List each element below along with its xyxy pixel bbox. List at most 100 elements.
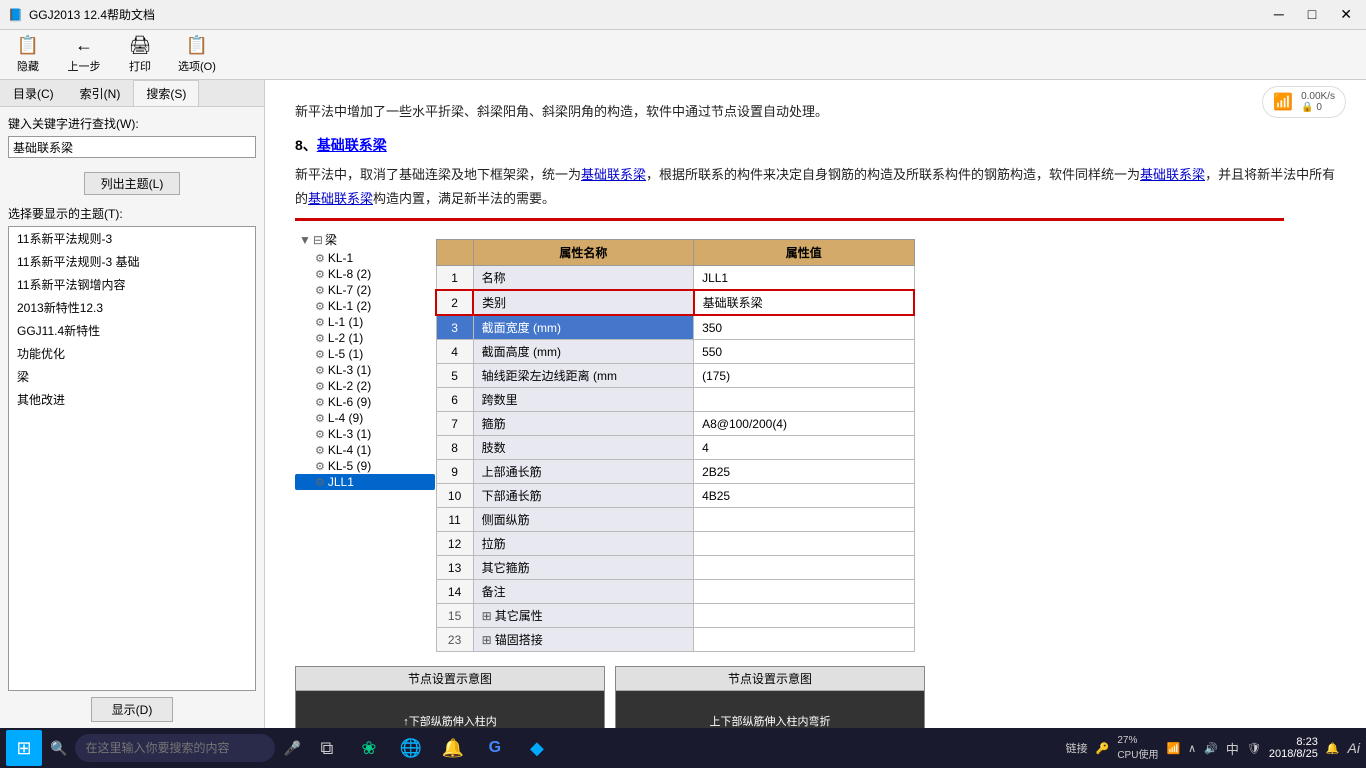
tab-index[interactable]: 索引(N) [67, 80, 134, 106]
window-controls[interactable]: ─ □ ✕ [1268, 4, 1358, 25]
antivirus-icon: 🛡 [1247, 742, 1261, 755]
back-button[interactable]: ← 上一步 [66, 35, 102, 74]
tree-item[interactable]: ⚙L-4 (9) [295, 410, 435, 426]
tree-item[interactable]: ⚙L-5 (1) [295, 346, 435, 362]
minimize-btn[interactable]: ─ [1268, 4, 1290, 25]
row-number: 2 [436, 290, 473, 315]
taskbar-app-g[interactable]: G [477, 730, 513, 766]
prop-value-cell[interactable] [694, 508, 914, 532]
tree-item[interactable]: ⚙KL-3 (1) [295, 426, 435, 442]
prop-value-cell[interactable]: 550 [694, 340, 914, 364]
prop-name-cell: 轴线距梁左边线距离 (mm [473, 364, 693, 388]
tab-search[interactable]: 搜索(S) [133, 80, 199, 106]
close-btn[interactable]: ✕ [1334, 4, 1358, 25]
bottom-panel: 节点设置示意图↑下部纵筋伸入柱内 [295, 666, 605, 728]
print-icon: 🖨 [129, 35, 152, 56]
topic-item[interactable]: 梁 [9, 365, 255, 388]
topic-list[interactable]: 11系新平法规则-311系新平法规则-3 基础11系新平法钢增内容2013新特性… [8, 226, 256, 691]
taskbar-app-diamond[interactable]: ◆ [519, 730, 555, 766]
tree-item[interactable]: ⚙KL-7 (2) [295, 282, 435, 298]
prop-value-cell[interactable]: (175) [694, 364, 914, 388]
link1[interactable]: 基础联系梁 [581, 167, 646, 182]
tree-item[interactable]: ⚙KL-1 (2) [295, 298, 435, 314]
taskbar-app-ie[interactable]: 🌐 [393, 730, 429, 766]
row-number: 5 [436, 364, 473, 388]
prop-value-cell[interactable] [694, 388, 914, 412]
link3[interactable]: 基础联系梁 [308, 191, 373, 206]
tree-item-label: KL-6 (9) [328, 395, 371, 409]
notification-icon[interactable]: 🔔 [1326, 742, 1340, 755]
clock-date: 2018/8/25 [1269, 748, 1318, 760]
tree-item[interactable]: ⚙L-2 (1) [295, 330, 435, 346]
right-content[interactable]: 📶 0.00K/s 🔒 0 新平法中增加了一些水平折梁、斜梁阳角、斜梁阴角的构造… [265, 80, 1366, 728]
prop-value-cell[interactable] [694, 628, 914, 652]
hide-button[interactable]: 📋 隐藏 [10, 35, 46, 74]
prop-name-cell: 类别 [473, 290, 693, 315]
row-number: 1 [436, 266, 473, 291]
topic-item[interactable]: 2013新特性12.3 [9, 296, 255, 319]
list-topic-button[interactable]: 列出主题(L) [84, 172, 181, 195]
prop-value-cell[interactable] [694, 556, 914, 580]
topic-item[interactable]: GGJ11.4新特性 [9, 319, 255, 342]
topic-item[interactable]: 11系新平法规则-3 [9, 227, 255, 250]
tabs-row: 目录(C) 索引(N) 搜索(S) [0, 80, 264, 107]
chevron-icon[interactable]: ∧ [1188, 742, 1196, 755]
prop-value-cell[interactable]: 350 [694, 315, 914, 340]
options-button[interactable]: 📋 选项(O) [178, 35, 216, 74]
taskbar-search-icon[interactable]: 🔍 [46, 740, 71, 757]
prop-name-cell: 下部通长筋 [473, 484, 693, 508]
taskbar-search-input[interactable] [75, 734, 275, 762]
prop-value-cell[interactable] [694, 580, 914, 604]
prop-value-cell[interactable]: 2B25 [694, 460, 914, 484]
taskbar-apps: ⧉ ❀ 🌐 🔔 G ◆ [309, 730, 1062, 766]
lang-icon[interactable]: 中 [1226, 739, 1239, 758]
prop-value-cell[interactable]: 4B25 [694, 484, 914, 508]
mic-icon[interactable]: 🎤 [279, 740, 304, 757]
intro-text: 新平法中增加了一些水平折梁、斜梁阳角、斜梁阴角的构造，软件中通过节点设置自动处理… [295, 100, 1336, 123]
prop-name-cell[interactable]: 其它箍筋 [473, 556, 693, 580]
prop-value-cell[interactable]: 4 [694, 436, 914, 460]
prop-value-cell[interactable] [694, 532, 914, 556]
prop-name-cell[interactable]: 拉筋 [473, 532, 693, 556]
topic-item[interactable]: 其他改进 [9, 388, 255, 411]
tab-catalog[interactable]: 目录(C) [0, 80, 67, 106]
topic-item[interactable]: 11系新平法规则-3 基础 [9, 250, 255, 273]
prop-value-cell[interactable]: JLL1 [694, 266, 914, 291]
print-button[interactable]: 🖨 打印 [122, 35, 158, 74]
tree-item[interactable]: ⚙KL-6 (9) [295, 394, 435, 410]
prop-value-cell[interactable] [694, 604, 914, 628]
row-number: 10 [436, 484, 473, 508]
topic-item[interactable]: 功能优化 [9, 342, 255, 365]
prop-name-cell[interactable]: 名称 [473, 266, 693, 291]
volume-icon[interactable]: 🔊 [1204, 742, 1218, 755]
tree-item[interactable]: ⚙KL-3 (1) [295, 362, 435, 378]
topic-item[interactable]: 11系新平法钢增内容 [9, 273, 255, 296]
prop-name-cell[interactable]: 侧面纵筋 [473, 508, 693, 532]
taskbar-app-sync[interactable]: 🔔 [435, 730, 471, 766]
search-input[interactable] [8, 136, 256, 158]
taskbar-app-flower[interactable]: ❀ [351, 730, 387, 766]
tree-item[interactable]: ⚙L-1 (1) [295, 314, 435, 330]
link2[interactable]: 基础联系梁 [1140, 167, 1205, 182]
section-link[interactable]: 基础联系梁 [317, 137, 387, 153]
show-button[interactable]: 显示(D) [91, 697, 174, 722]
tree-item[interactable]: ⚙KL-4 (1) [295, 442, 435, 458]
maximize-btn[interactable]: □ [1302, 4, 1322, 25]
taskbar-app-taskview[interactable]: ⧉ [309, 730, 345, 766]
tree-item[interactable]: ⚙KL-1 [295, 250, 435, 266]
prop-value-cell[interactable]: A8@100/200(4) [694, 412, 914, 436]
tree-item[interactable]: ⚙KL-2 (2) [295, 378, 435, 394]
left-panel: 目录(C) 索引(N) 搜索(S) 键入关键字进行查找(W): 列出主题(L) … [0, 80, 265, 728]
tree-item[interactable]: ⚙KL-8 (2) [295, 266, 435, 282]
tree-item[interactable]: ⚙KL-5 (9) [295, 458, 435, 474]
title-bar: 📘 GGJ2013 12.4帮助文档 ─ □ ✕ [0, 0, 1366, 30]
tree-item-label: KL-3 (1) [328, 427, 371, 441]
wifi-icon: 📶 [1273, 92, 1293, 112]
gear-icon: ⚙ [315, 396, 325, 409]
prop-value-cell[interactable]: 基础联系梁 [694, 290, 914, 315]
tree-root[interactable]: ▼⊟ 梁 [295, 229, 435, 250]
tree-item[interactable]: ⚙JLL1 [295, 474, 435, 490]
prop-name-cell: 截面高度 (mm) [473, 340, 693, 364]
search-label: 键入关键字进行查找(W): [8, 115, 256, 132]
start-button[interactable]: ⊞ [6, 730, 42, 766]
